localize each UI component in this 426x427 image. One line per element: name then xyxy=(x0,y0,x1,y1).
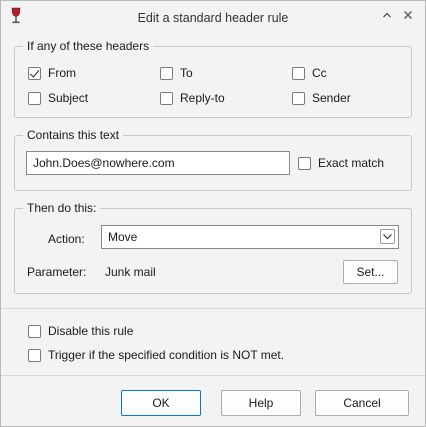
trigger-not-met-label: Trigger if the specified condition is NO… xyxy=(48,348,285,362)
cc-label: Cc xyxy=(312,66,327,80)
action-select-value: Move xyxy=(108,230,138,244)
header-option-to[interactable]: To xyxy=(160,65,193,81)
exact-match-checkbox[interactable] xyxy=(298,156,311,170)
trigger-not-met-option[interactable]: Trigger if the specified condition is NO… xyxy=(28,347,284,363)
to-label: To xyxy=(180,66,193,80)
disable-rule-label: Disable this rule xyxy=(48,324,134,338)
sender-checkbox[interactable] xyxy=(292,91,305,105)
dialog-window: Edit a standard header rule If any of th… xyxy=(0,0,426,427)
header-option-subject[interactable]: Subject xyxy=(28,90,88,106)
trigger-not-met-checkbox[interactable] xyxy=(28,348,41,362)
headers-group: If any of these headers xyxy=(14,39,412,118)
parameter-value: Junk mail xyxy=(105,265,156,279)
header-option-sender[interactable]: Sender xyxy=(292,90,351,106)
header-option-cc[interactable]: Cc xyxy=(292,65,327,81)
subject-checkbox[interactable] xyxy=(28,91,41,105)
action-select[interactable]: Move xyxy=(101,225,399,249)
header-option-from[interactable]: From xyxy=(28,65,76,81)
collapse-button[interactable] xyxy=(380,9,394,23)
header-option-reply-to[interactable]: Reply-to xyxy=(160,90,225,106)
reply-to-label: Reply-to xyxy=(180,91,225,105)
cancel-button[interactable]: Cancel xyxy=(315,390,409,416)
divider xyxy=(1,375,425,376)
set-button[interactable]: Set... xyxy=(343,260,398,284)
close-button[interactable] xyxy=(401,9,415,23)
reply-to-checkbox[interactable] xyxy=(160,91,173,105)
to-checkbox[interactable] xyxy=(160,66,173,80)
contains-group-legend: Contains this text xyxy=(23,128,124,142)
sender-label: Sender xyxy=(312,91,351,105)
help-button[interactable]: Help xyxy=(221,390,301,416)
title-bar[interactable]: Edit a standard header rule xyxy=(1,1,425,35)
then-group-legend: Then do this: xyxy=(23,201,101,215)
exact-match-option[interactable]: Exact match xyxy=(298,155,384,171)
headers-group-legend: If any of these headers xyxy=(23,39,154,53)
cc-checkbox[interactable] xyxy=(292,66,305,80)
exact-match-label: Exact match xyxy=(318,156,385,170)
disable-rule-option[interactable]: Disable this rule xyxy=(28,323,133,339)
subject-label: Subject xyxy=(48,91,89,105)
divider xyxy=(1,308,425,309)
ok-button[interactable]: OK xyxy=(121,390,201,416)
from-label: From xyxy=(48,66,76,80)
action-label: Action: xyxy=(48,232,85,246)
parameter-label: Parameter: xyxy=(27,265,87,279)
window-title: Edit a standard header rule xyxy=(137,11,289,25)
chevron-down-icon[interactable] xyxy=(380,229,395,244)
disable-rule-checkbox[interactable] xyxy=(28,324,41,338)
from-checkbox[interactable] xyxy=(28,66,41,80)
contains-text-input[interactable]: John.Does@nowhere.com xyxy=(26,151,290,175)
